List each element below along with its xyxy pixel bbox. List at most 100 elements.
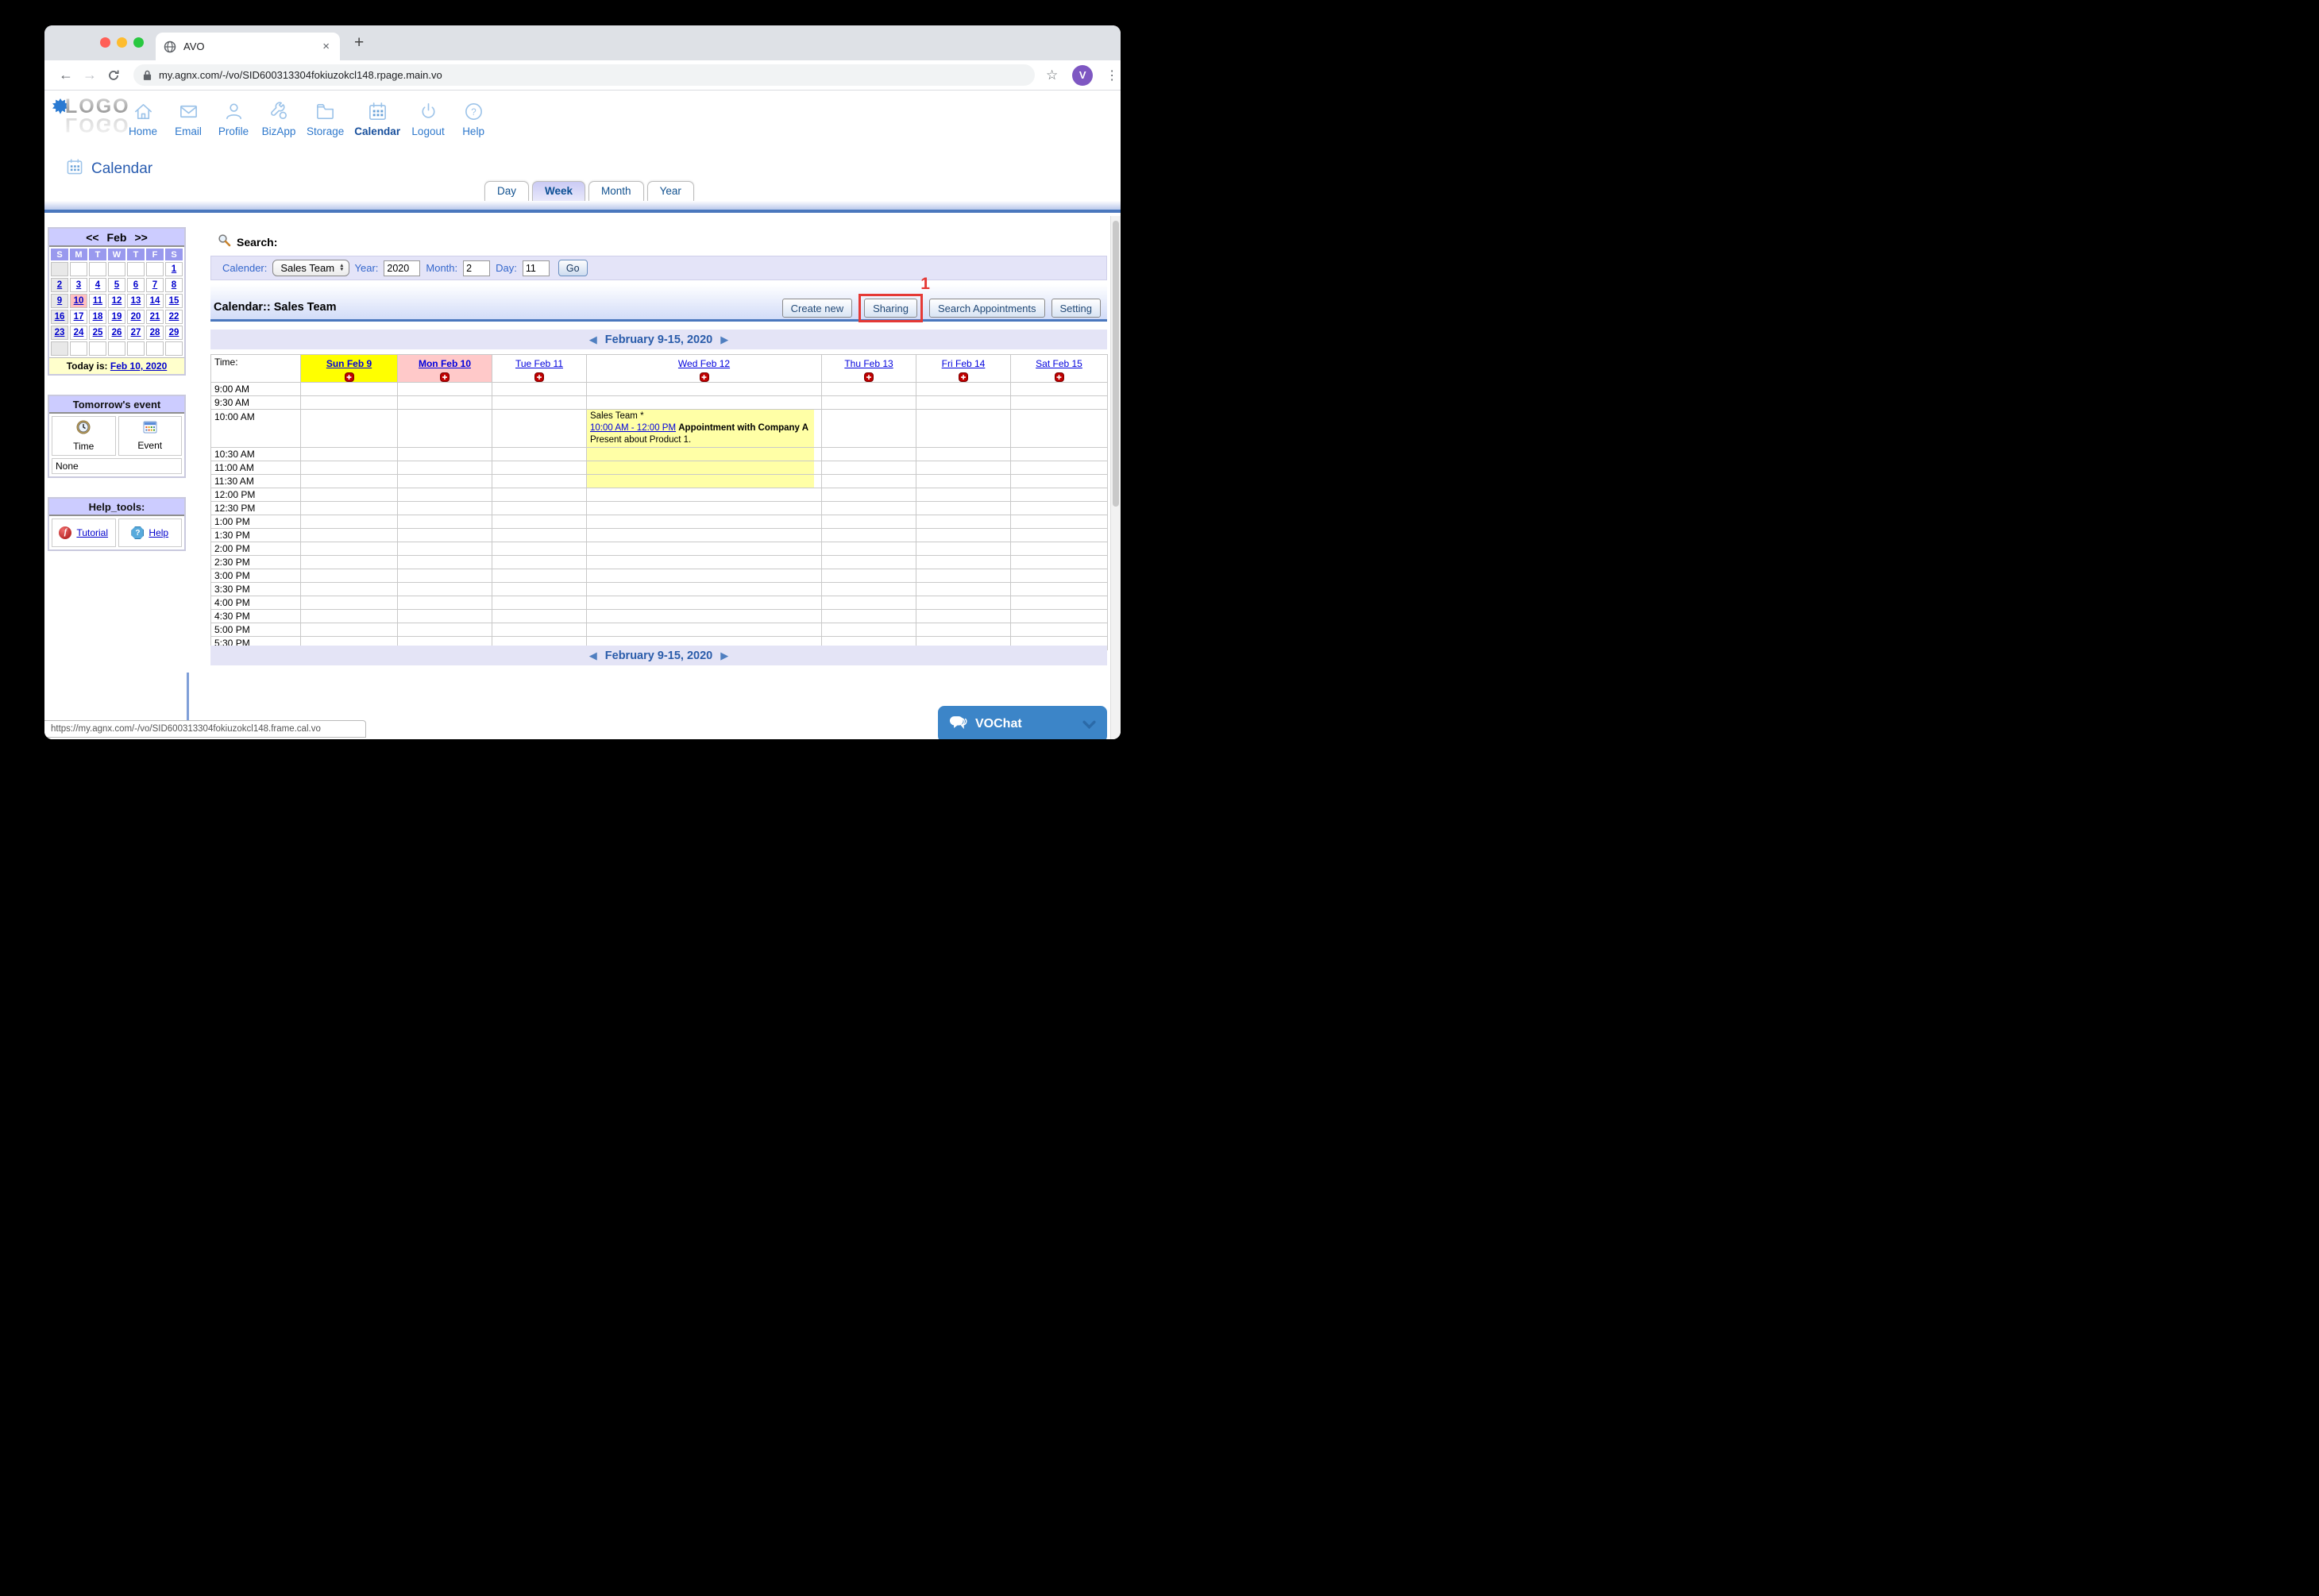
time-slot-cell[interactable] (1011, 515, 1108, 528)
time-slot-cell[interactable] (398, 542, 492, 555)
add-appointment-icon[interactable] (440, 372, 450, 382)
browser-tab[interactable]: AVO × (156, 33, 340, 60)
time-slot-cell[interactable] (301, 555, 398, 569)
time-slot-cell[interactable] (822, 383, 916, 396)
nav-item-storage[interactable]: Storage (307, 98, 344, 137)
time-slot-cell[interactable] (587, 596, 822, 609)
event-block[interactable]: Sales Team *10:00 AM - 12:00 PM Appointm… (587, 410, 821, 447)
back-button[interactable]: ← (54, 67, 78, 83)
next-week-icon[interactable]: ▶ (720, 650, 728, 662)
appointment-time-link[interactable]: 10:00 AM - 12:00 PM (590, 423, 676, 433)
minical-day-link[interactable]: 19 (112, 312, 122, 322)
time-slot-cell[interactable] (492, 528, 587, 542)
time-slot-cell[interactable] (822, 609, 916, 623)
setting-button[interactable]: Setting (1051, 299, 1101, 318)
menu-dots-icon[interactable]: ⋮ (1105, 67, 1118, 83)
time-slot-cell[interactable] (822, 596, 916, 609)
time-slot-cell[interactable] (301, 528, 398, 542)
time-slot-cell[interactable] (492, 542, 587, 555)
traffic-minimize-button[interactable] (117, 37, 127, 48)
time-slot-cell[interactable] (301, 474, 398, 488)
day-link[interactable]: Sat Feb 15 (1036, 358, 1082, 369)
time-slot-cell[interactable] (492, 555, 587, 569)
time-slot-cell[interactable] (916, 569, 1011, 582)
time-slot-cell[interactable] (587, 582, 822, 596)
time-slot-cell[interactable] (492, 569, 587, 582)
time-slot-cell[interactable] (398, 383, 492, 396)
time-slot-cell[interactable] (492, 461, 587, 474)
day-link[interactable]: Mon Feb 10 (419, 358, 471, 369)
minical-day-link[interactable]: 20 (131, 312, 141, 322)
time-slot-cell[interactable] (587, 542, 822, 555)
view-tab-year[interactable]: Year (647, 181, 694, 201)
time-slot-cell[interactable] (301, 515, 398, 528)
time-slot-cell[interactable] (587, 488, 822, 501)
time-slot-cell[interactable] (916, 555, 1011, 569)
minical-day-link[interactable]: 7 (152, 280, 157, 290)
reload-button[interactable] (102, 69, 125, 82)
time-slot-cell[interactable] (1011, 461, 1108, 474)
minical-day-link[interactable]: 16 (55, 312, 65, 322)
view-tab-month[interactable]: Month (588, 181, 644, 201)
time-slot-cell[interactable] (587, 461, 822, 474)
time-slot-cell[interactable] (822, 474, 916, 488)
time-slot-cell[interactable] (822, 515, 916, 528)
time-slot-cell[interactable] (1011, 542, 1108, 555)
minical-day-link[interactable]: 18 (93, 312, 103, 322)
time-slot-cell[interactable] (301, 396, 398, 410)
time-slot-cell[interactable] (1011, 582, 1108, 596)
time-slot-cell[interactable] (492, 596, 587, 609)
minical-day-link[interactable]: 11 (93, 296, 102, 306)
time-slot-cell[interactable] (301, 582, 398, 596)
time-slot-cell[interactable] (492, 447, 587, 461)
time-slot-cell[interactable] (916, 501, 1011, 515)
time-slot-cell[interactable] (398, 396, 492, 410)
add-appointment-icon[interactable] (864, 372, 874, 382)
add-appointment-icon[interactable] (959, 372, 968, 382)
minical-day-link[interactable]: 6 (133, 280, 138, 290)
time-slot-cell[interactable] (916, 515, 1011, 528)
profile-avatar[interactable]: V (1072, 65, 1093, 86)
time-slot-cell[interactable] (916, 488, 1011, 501)
time-slot-cell[interactable] (822, 488, 916, 501)
address-bar[interactable]: my.agnx.com/-/vo/SID600313304fokiuzokcl1… (133, 64, 1035, 86)
month-input[interactable] (463, 260, 490, 276)
minical-day-link[interactable]: 27 (131, 328, 141, 337)
time-slot-cell[interactable] (916, 383, 1011, 396)
create-new-button[interactable]: Create new (782, 299, 852, 318)
minical-day-link[interactable]: 10 (74, 296, 84, 306)
time-slot-cell[interactable] (587, 609, 822, 623)
forward-button[interactable]: → (78, 67, 102, 83)
time-slot-cell[interactable] (1011, 623, 1108, 636)
time-slot-cell[interactable] (587, 501, 822, 515)
time-slot-cell[interactable] (398, 515, 492, 528)
year-input[interactable] (384, 260, 420, 276)
time-slot-cell[interactable] (822, 555, 916, 569)
time-slot-cell[interactable] (492, 396, 587, 410)
time-slot-cell[interactable] (916, 609, 1011, 623)
day-link[interactable]: Fri Feb 14 (942, 358, 986, 369)
time-slot-cell[interactable] (1011, 410, 1108, 448)
time-slot-cell[interactable] (822, 396, 916, 410)
time-slot-cell[interactable] (1011, 474, 1108, 488)
time-slot-cell[interactable] (301, 609, 398, 623)
minical-day-link[interactable]: 25 (93, 328, 103, 337)
minical-day-link[interactable]: 9 (57, 296, 62, 306)
time-slot-cell[interactable] (301, 488, 398, 501)
time-slot-cell[interactable] (1011, 555, 1108, 569)
time-slot-cell[interactable] (492, 383, 587, 396)
minical-day-link[interactable]: 29 (169, 328, 179, 337)
vochat-button[interactable]: VOChat (938, 706, 1107, 739)
time-slot-cell[interactable] (301, 383, 398, 396)
next-week-icon[interactable]: ▶ (720, 333, 728, 346)
time-slot-cell[interactable] (492, 515, 587, 528)
day-link[interactable]: Sun Feb 9 (326, 358, 372, 369)
time-slot-cell[interactable] (492, 488, 587, 501)
traffic-close-button[interactable] (100, 37, 110, 48)
tab-close-icon[interactable]: × (320, 40, 332, 53)
time-slot-cell[interactable] (1011, 447, 1108, 461)
time-slot-cell[interactable] (398, 447, 492, 461)
minical-day-link[interactable]: 15 (169, 296, 179, 306)
minical-prev-button[interactable]: << (86, 231, 98, 244)
day-input[interactable] (523, 260, 550, 276)
